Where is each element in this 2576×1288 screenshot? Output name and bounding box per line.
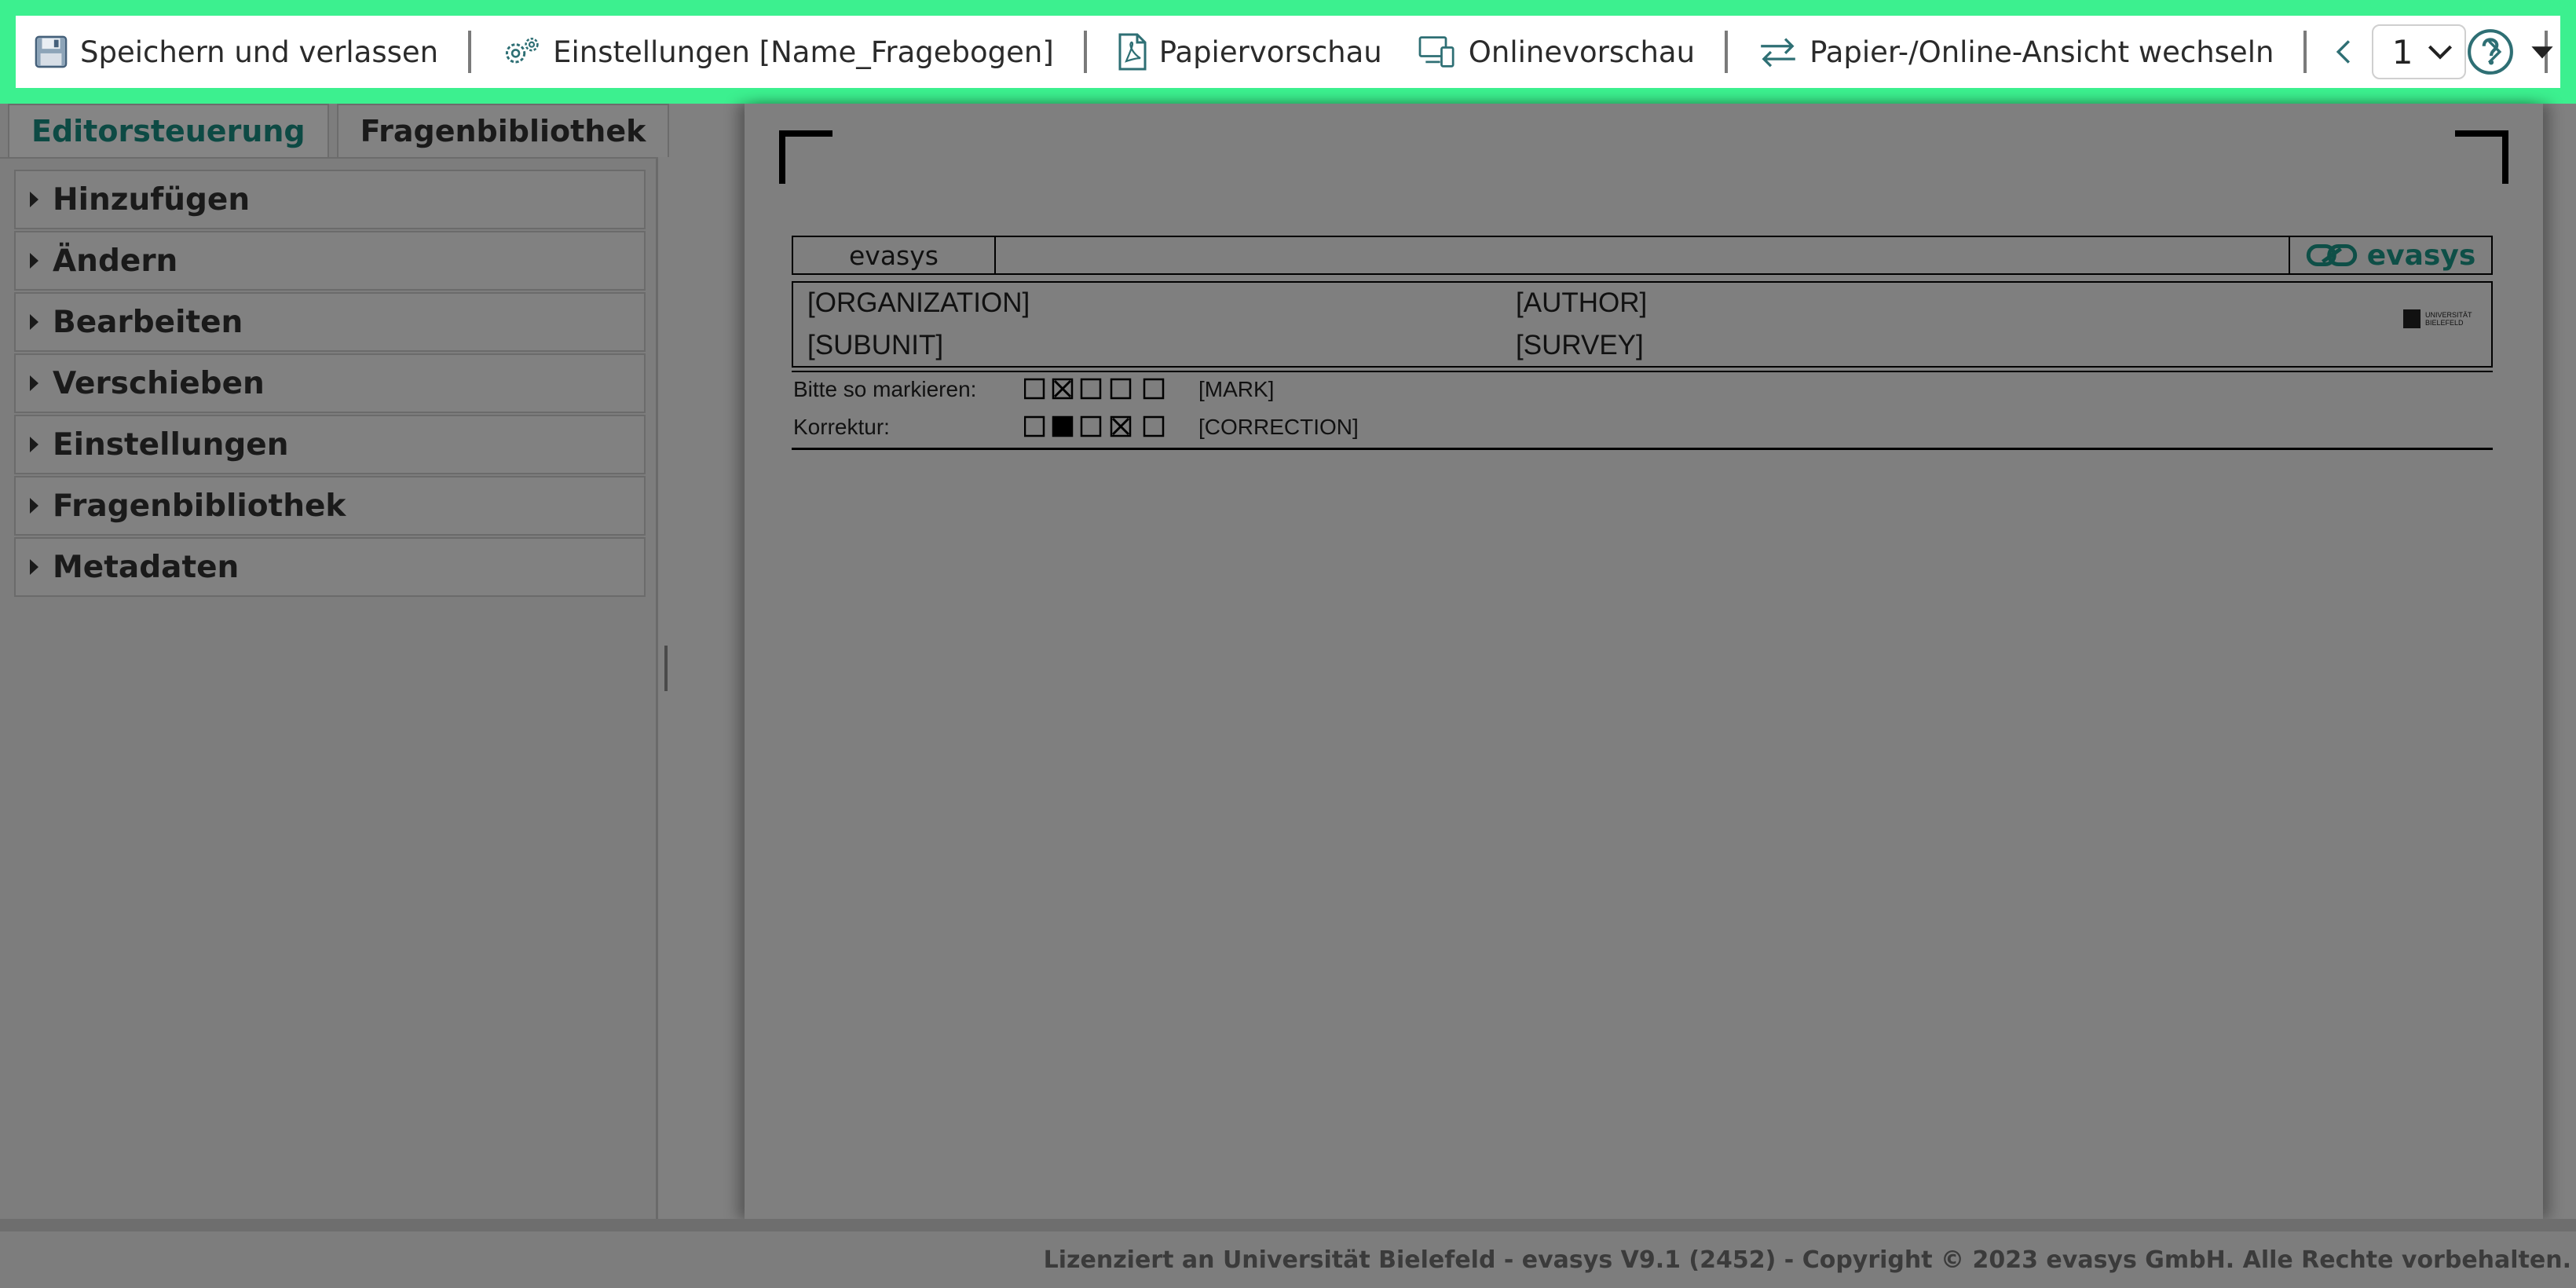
online-preview-label: Onlinevorschau bbox=[1468, 35, 1696, 69]
panel-resize-handle[interactable] bbox=[664, 646, 668, 691]
caret-right-icon bbox=[30, 375, 38, 391]
header-double-rule bbox=[792, 371, 2493, 372]
correction-instruction-label: Korrektur: bbox=[793, 415, 890, 439]
correction-example-checkboxes bbox=[1024, 415, 1165, 437]
footer: Lizenziert an Universität Bielefeld - ev… bbox=[0, 1231, 2576, 1288]
devices-icon bbox=[1418, 36, 1454, 68]
license-text: Lizenziert an Universität Bielefeld - ev… bbox=[1043, 1246, 2571, 1274]
tab-question-library[interactable]: Fragenbibliothek bbox=[336, 104, 670, 157]
help-menu[interactable] bbox=[2466, 16, 2560, 88]
questionnaire-page: evasys evasys [ORGANIZATION] [AUTHOR] [S… bbox=[745, 104, 2543, 1219]
accordion-settings[interactable]: Einstellungen bbox=[14, 415, 646, 474]
caret-down-icon bbox=[2531, 46, 2553, 59]
mark-example-checkboxes bbox=[1024, 378, 1165, 400]
caret-right-icon bbox=[30, 559, 38, 575]
organization-field: [ORGANIZATION] bbox=[807, 287, 1030, 318]
toolbar-divider bbox=[1725, 31, 1729, 73]
accordion-label: Einstellungen bbox=[53, 426, 289, 463]
subunit-field: [SUBUNIT] bbox=[807, 330, 944, 360]
online-preview-button[interactable]: Onlinevorschau bbox=[1400, 16, 1712, 88]
author-field: [AUTHOR] bbox=[1516, 287, 1648, 318]
accordion-label: Metadaten bbox=[53, 549, 240, 585]
correction-example-boxes bbox=[1024, 415, 1173, 440]
accordion-move[interactable]: Verschieben bbox=[14, 353, 646, 413]
paper-preview-label: Papiervorschau bbox=[1158, 35, 1382, 69]
toolbar-bar: Speichern und verlassen Einstellungen [N… bbox=[16, 16, 2560, 88]
form-header-row: evasys evasys bbox=[792, 236, 2493, 275]
caret-right-icon bbox=[30, 437, 38, 452]
accordion-edit[interactable]: Bearbeiten bbox=[14, 292, 646, 352]
caret-right-icon bbox=[30, 498, 38, 514]
accordion-label: Ändern bbox=[53, 243, 178, 279]
toolbar-divider bbox=[1083, 31, 1087, 73]
tabs-underline bbox=[0, 157, 658, 159]
switch-view-button[interactable]: Papier-/Online-Ansicht wechseln bbox=[1740, 16, 2291, 88]
save-and-exit-button[interactable]: Speichern und verlassen bbox=[16, 16, 456, 88]
swap-arrows-icon bbox=[1761, 38, 1795, 68]
caret-right-icon bbox=[30, 314, 38, 330]
header-empty-cell bbox=[996, 237, 2290, 273]
accordion-label: Fragenbibliothek bbox=[53, 488, 346, 524]
mark-instruction-label: Bitte so markieren: bbox=[793, 377, 977, 401]
page-select[interactable]: 1 bbox=[2371, 24, 2466, 79]
page-number: 1 bbox=[2391, 32, 2413, 71]
toolbar-divider bbox=[468, 31, 472, 73]
registration-mark-top-left bbox=[779, 130, 832, 184]
university-logo: UNIVERSITÄT BIELEFELD bbox=[2403, 309, 2472, 328]
toolbar-divider bbox=[2303, 31, 2307, 73]
accordion-label: Hinzufügen bbox=[53, 181, 251, 218]
registration-mark-top-right bbox=[2455, 130, 2508, 184]
university-logo-mark bbox=[2403, 309, 2420, 328]
evasys-logo-text: evasys bbox=[2366, 239, 2476, 272]
chevron-down-icon bbox=[2428, 45, 2452, 60]
paper-preview-button[interactable]: Papiervorschau bbox=[1100, 16, 1400, 88]
caret-right-icon bbox=[30, 192, 38, 207]
mark-value: [MARK] bbox=[1198, 377, 1275, 401]
previous-page-button[interactable] bbox=[2319, 16, 2366, 88]
settings-button[interactable]: Einstellungen [Name_Fragebogen] bbox=[484, 16, 1071, 88]
form-meta-box: [ORGANIZATION] [AUTHOR] [SUBUNIT] [SURVE… bbox=[792, 281, 2493, 368]
tab-editor-control[interactable]: Editorsteuerung bbox=[8, 104, 329, 157]
chevron-left-icon bbox=[2336, 40, 2350, 64]
editor-side-panel: Editorsteuerung Fragenbibliothek Hinzufü… bbox=[0, 104, 670, 1219]
editor-accordion: Hinzufügen Ändern Bearbeiten Verschieben… bbox=[14, 170, 646, 598]
footer-divider bbox=[0, 1219, 2576, 1231]
save-and-exit-label: Speichern und verlassen bbox=[80, 35, 439, 69]
university-logo-text: UNIVERSITÄT BIELEFELD bbox=[2425, 311, 2472, 327]
instruction-rule bbox=[792, 448, 2493, 450]
caret-right-icon bbox=[30, 253, 38, 269]
mark-example-boxes bbox=[1024, 377, 1173, 402]
header-brand-cell: evasys bbox=[793, 237, 996, 273]
accordion-change[interactable]: Ändern bbox=[14, 231, 646, 291]
settings-label: Einstellungen [Name_Fragebogen] bbox=[553, 35, 1054, 69]
switch-view-label: Papier-/Online-Ansicht wechseln bbox=[1809, 35, 2274, 69]
correction-value: [CORRECTION] bbox=[1198, 415, 1359, 439]
gears-icon bbox=[506, 37, 539, 64]
survey-field: [SURVEY] bbox=[1516, 330, 1644, 360]
toolbar: Speichern und verlassen Einstellungen [N… bbox=[0, 0, 2576, 104]
accordion-label: Bearbeiten bbox=[53, 304, 243, 340]
evasys-logo: evasys bbox=[2290, 237, 2491, 273]
accordion-metadata[interactable]: Metadaten bbox=[14, 537, 646, 597]
accordion-add[interactable]: Hinzufügen bbox=[14, 170, 646, 229]
floppy-disk-icon bbox=[35, 35, 68, 68]
pdf-file-icon bbox=[1118, 33, 1147, 71]
accordion-label: Verschieben bbox=[53, 365, 265, 401]
accordion-question-library[interactable]: Fragenbibliothek bbox=[14, 476, 646, 536]
panel-tabs: Editorsteuerung Fragenbibliothek bbox=[8, 104, 677, 157]
help-icon bbox=[2468, 29, 2513, 75]
evasys-logo-icon bbox=[2306, 243, 2357, 267]
